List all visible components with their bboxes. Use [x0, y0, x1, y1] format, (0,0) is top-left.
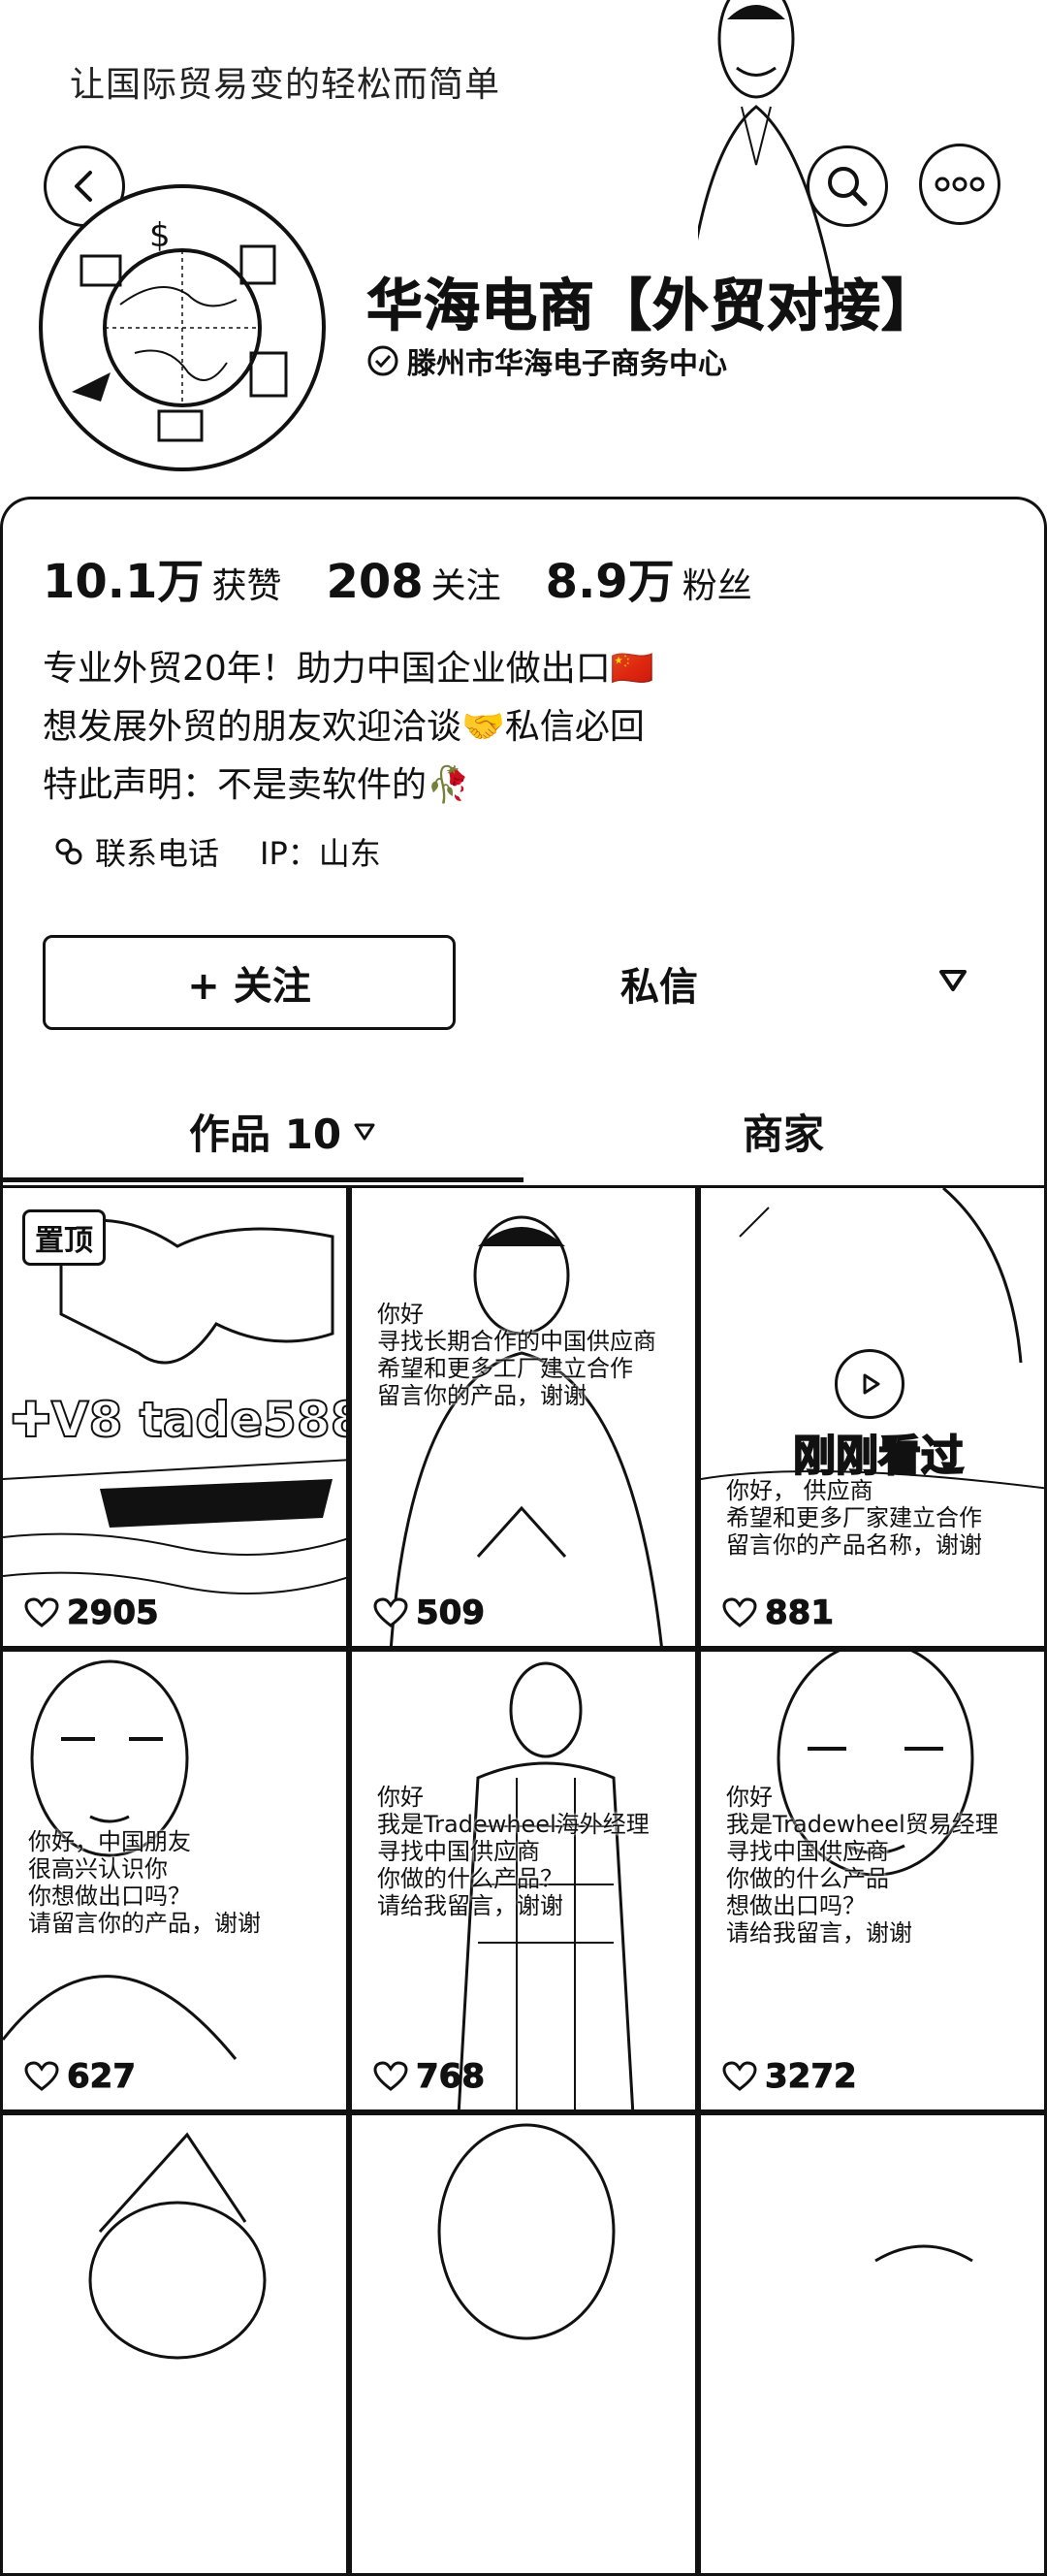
profile-avatar[interactable]: $ [39, 184, 326, 471]
verified-check-icon [367, 345, 398, 376]
video-caption: 请给我留言，谢谢 [726, 1919, 912, 1947]
verified-badge[interactable]: 滕州市华海电子商务中心 [366, 339, 727, 382]
video-like-count: 627 [67, 2057, 137, 2097]
play-button[interactable] [835, 1349, 904, 1419]
video-like-count: 768 [416, 2057, 486, 2097]
video-likes: 509 [373, 1594, 486, 1633]
pinned-badge: 置顶 [22, 1209, 106, 1266]
person-thumbnail [437, 2123, 616, 2340]
chevron-left-icon [75, 171, 92, 202]
message-button[interactable]: 私信 [620, 955, 698, 1012]
tab-works[interactable]: 作品 10 [189, 1102, 376, 1161]
likes-total-label: 获赞 [211, 566, 282, 606]
bio-line: 特此声明：不是卖软件的🥀 [43, 765, 470, 805]
tab-shop[interactable]: 商家 [743, 1102, 824, 1161]
likes-total: 10.1万 [43, 555, 205, 609]
profile-bio: 专业外贸20年！助力中国企业做出口🇨🇳 想发展外贸的朋友欢迎洽谈🤝私信必回 特此… [43, 640, 654, 815]
video-grid: 置顶 ✚V8 tade588 2905 你好 寻找长期合作的中国供应商 希望和更… [0, 1185, 1047, 2576]
video-tile[interactable]: 刚刚看过 你好， 供应商 希望和更多厂家建立合作 留言你的产品名称，谢谢 881 [698, 1185, 1047, 1649]
active-tab-indicator [0, 1177, 524, 1182]
more-dots-icon [935, 177, 985, 192]
search-icon [828, 167, 868, 207]
banner-slogan: 让国际贸易变的轻松而简单 [70, 65, 501, 105]
video-overlay-text: ✚V8 tade588 [10, 1391, 349, 1449]
video-caption: 请给我留言，谢谢 [377, 1892, 563, 1919]
search-button[interactable] [807, 145, 888, 227]
heart-icon [722, 2061, 757, 2091]
heart-icon [373, 2061, 408, 2091]
more-button[interactable] [919, 144, 1000, 225]
video-tile[interactable] [698, 2112, 1047, 2576]
video-like-count: 3272 [765, 2057, 858, 2097]
video-like-count: 881 [765, 1594, 835, 1633]
play-icon [863, 1373, 880, 1395]
video-caption: 请留言你的产品，谢谢 [28, 1910, 261, 1937]
video-likes: 627 [24, 2057, 137, 2097]
caret-down-icon [354, 1123, 375, 1140]
video-tile[interactable]: 置顶 ✚V8 tade588 2905 [0, 1185, 349, 1649]
video-tile[interactable]: 你好 我是Tradewheel贸易经理 寻找中国供应商 你做的什么产品 想做出口… [698, 1649, 1047, 2112]
stats-row: 10.1万 获赞 208 关注 8.9万 粉丝 [43, 543, 797, 611]
video-like-count: 2905 [67, 1594, 160, 1633]
video-tile[interactable] [0, 2112, 349, 2576]
follow-button[interactable]: + 关注 [43, 935, 456, 1030]
contact-phone-link[interactable]: 联系电话 [95, 829, 219, 874]
heart-icon [373, 1597, 408, 1627]
video-tile[interactable] [349, 2112, 698, 2576]
video-caption: 留言你的产品名称，谢谢 [726, 1531, 982, 1559]
verified-org-label: 滕州市华海电子商务中心 [407, 347, 727, 381]
person-thumbnail [88, 2132, 267, 2360]
link-icon [55, 838, 82, 865]
followers-label[interactable]: 粉丝 [682, 558, 752, 608]
following-count[interactable]: 208 [326, 555, 423, 609]
heart-icon [722, 1597, 757, 1627]
tab-shop-label: 商家 [743, 1111, 825, 1158]
video-likes: 3272 [722, 2057, 858, 2097]
video-caption: 留言你的产品，谢谢 [377, 1382, 587, 1409]
video-likes: 881 [722, 1594, 835, 1633]
video-like-count: 509 [416, 1594, 486, 1633]
heart-icon [24, 1597, 59, 1627]
bio-line: 想发展外贸的朋友欢迎洽谈🤝私信必回 [43, 707, 645, 747]
video-likes: 2905 [24, 1594, 160, 1633]
following-label[interactable]: 关注 [431, 558, 501, 608]
video-likes: 768 [373, 2057, 486, 2097]
video-tile[interactable]: 你好，中国朋友 很高兴认识你 你想做出口吗？ 请留言你的产品，谢谢 627 [0, 1649, 349, 2112]
caret-down-icon[interactable] [938, 968, 968, 993]
ip-location: IP：山东 [260, 835, 381, 872]
profile-name: 华海电商【外贸对接】 [365, 273, 939, 339]
heart-icon [24, 2061, 59, 2091]
video-tile[interactable]: 你好 我是Tradewheel海外经理 寻找中国供应商 你做的什么产品？ 请给我… [349, 1649, 698, 2112]
bio-line: 专业外贸20年！助力中国企业做出口🇨🇳 [43, 649, 654, 689]
tab-works-label: 作品 10 [189, 1111, 342, 1158]
profile-meta: 联系电话 IP：山东 [52, 829, 381, 874]
svg-text:$: $ [149, 216, 171, 255]
followers-count[interactable]: 8.9万 [546, 543, 675, 611]
person-thumbnail [389, 1215, 663, 1646]
person-thumbnail [874, 2244, 973, 2263]
video-tile[interactable]: 你好 寻找长期合作的中国供应商 希望和更多工厂建立合作 留言你的产品，谢谢 50… [349, 1185, 698, 1649]
globe-logo-icon: $ [72, 216, 288, 442]
